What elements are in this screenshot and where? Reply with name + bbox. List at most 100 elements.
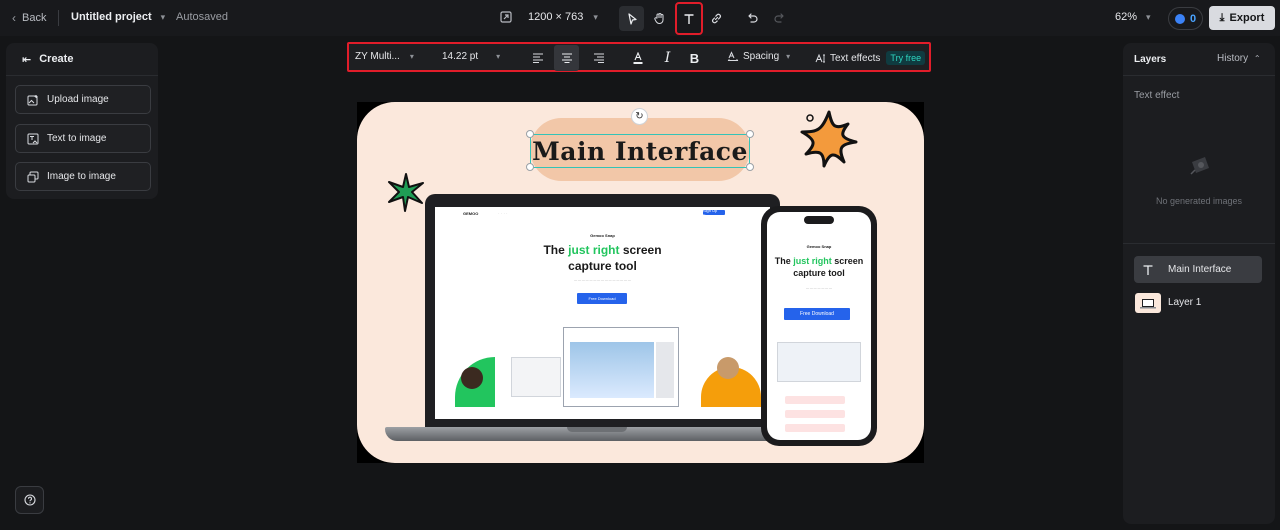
text-to-image-label: Text to image bbox=[47, 133, 107, 144]
link-tool[interactable] bbox=[704, 6, 729, 31]
mini-site-headline-line2: capture tool bbox=[568, 259, 637, 273]
phone-feature-1 bbox=[785, 396, 845, 404]
layer-item-main-interface[interactable]: Main Interface bbox=[1134, 256, 1262, 283]
undo-button[interactable] bbox=[740, 6, 765, 31]
font-family-value: ZY Multi... bbox=[355, 51, 400, 62]
person-left bbox=[461, 367, 483, 389]
mini-window-left bbox=[511, 357, 561, 397]
text-icon bbox=[684, 13, 694, 24]
canvas-size: 1200 × 763 bbox=[528, 11, 584, 23]
italic-button[interactable]: I bbox=[655, 45, 680, 71]
image-layer-thumbnail bbox=[1135, 292, 1161, 313]
credit-coin-icon bbox=[1174, 13, 1185, 24]
laptop-screen: GEMOO · · · · Sign Up Free Gemoo Snap Th… bbox=[435, 207, 770, 419]
mini-site-headline: The just right screen bbox=[543, 243, 662, 257]
bold-button[interactable]: B bbox=[682, 45, 707, 71]
create-panel: ⇤ Create Upload image Text to image Imag… bbox=[6, 43, 158, 199]
canvas-artboard[interactable]: Main Interface ↻ GEMOO · · · · Sign Up F… bbox=[357, 102, 924, 463]
image-to-image-icon bbox=[27, 171, 39, 182]
divider bbox=[1123, 243, 1275, 244]
align-left-button[interactable] bbox=[525, 45, 550, 71]
mini-site-brand: Gemoo Snap bbox=[590, 233, 615, 238]
mini-window-center bbox=[563, 327, 679, 407]
help-button[interactable] bbox=[15, 486, 44, 514]
credits-badge[interactable]: 0 bbox=[1168, 7, 1203, 30]
rotate-handle-icon[interactable]: ↻ bbox=[631, 108, 648, 125]
help-icon bbox=[23, 494, 36, 506]
laptop-mockup: GEMOO · · · · Sign Up Free Gemoo Snap Th… bbox=[425, 194, 780, 427]
design-card: Main Interface ↻ GEMOO · · · · Sign Up F… bbox=[357, 102, 924, 463]
try-free-badge: Try free bbox=[886, 51, 926, 65]
upload-image-icon bbox=[27, 94, 38, 105]
redo-button[interactable] bbox=[767, 6, 792, 31]
text-to-image-icon bbox=[27, 133, 39, 144]
chevron-left-icon: ‹ bbox=[12, 11, 16, 25]
layer-name: Layer 1 bbox=[1168, 297, 1202, 308]
bold-icon: B bbox=[689, 50, 700, 66]
text-tool[interactable] bbox=[675, 2, 703, 35]
resize-handle-bottom-left[interactable] bbox=[526, 163, 534, 171]
create-title: Create bbox=[39, 53, 74, 65]
image-to-image-button[interactable]: Image to image bbox=[15, 162, 151, 191]
upload-image-button[interactable]: Upload image bbox=[15, 85, 151, 114]
hand-tool[interactable] bbox=[647, 6, 672, 31]
text-effects-label: Text effects bbox=[830, 52, 881, 64]
orange-star-doodle bbox=[800, 110, 858, 168]
canvas-size-dropdown[interactable]: 1200 × 763 ▾ bbox=[528, 11, 598, 23]
phone-mockup: Gemoo Snap The just right screen capture… bbox=[761, 206, 877, 446]
tab-layers[interactable]: Layers bbox=[1134, 54, 1166, 65]
text-format-toolbar: ZY Multi... ▾ 14.22 pt ▾ I B Spacing ▾ T… bbox=[347, 42, 931, 72]
text-effects-button[interactable]: Text effects Try free bbox=[815, 51, 926, 65]
collapse-left-icon[interactable]: ⇤ bbox=[22, 53, 31, 66]
phone-site-brand: Gemoo Snap bbox=[806, 244, 832, 249]
font-family-dropdown[interactable]: ZY Multi... ▾ bbox=[355, 51, 414, 62]
font-size-dropdown[interactable]: 14.22 pt ▾ bbox=[442, 51, 500, 62]
undo-icon bbox=[748, 13, 758, 23]
align-center-button[interactable] bbox=[554, 45, 579, 71]
phone-feature-3 bbox=[785, 424, 845, 432]
resize-handle-bottom-right[interactable] bbox=[746, 163, 754, 171]
back-button[interactable]: ‹ Back bbox=[12, 11, 46, 25]
spacing-dropdown[interactable]: Spacing ▾ bbox=[727, 51, 790, 62]
laptop-notch bbox=[567, 427, 627, 432]
image-to-image-label: Image to image bbox=[47, 171, 116, 182]
chevron-down-icon: ▾ bbox=[593, 11, 598, 22]
resize-handle-top-left[interactable] bbox=[526, 130, 534, 138]
zoom-dropdown[interactable]: 62% ▾ bbox=[1115, 11, 1151, 23]
phone-mini-window bbox=[777, 342, 861, 382]
back-label: Back bbox=[22, 12, 47, 24]
select-tool[interactable] bbox=[619, 6, 644, 31]
autosave-status: Autosaved bbox=[176, 11, 228, 23]
create-panel-header[interactable]: ⇤ Create bbox=[6, 43, 158, 76]
text-color-button[interactable] bbox=[625, 45, 650, 71]
mini-nav-logo: GEMOO bbox=[463, 210, 479, 216]
align-left-icon bbox=[532, 53, 543, 63]
phone-site-cta: Free Download bbox=[784, 308, 850, 320]
resize-icon[interactable] bbox=[500, 10, 514, 24]
zoom-level: 62% bbox=[1115, 11, 1138, 23]
phone-site-headline: The just right screen bbox=[774, 256, 864, 266]
person-right bbox=[717, 357, 739, 379]
chevron-down-icon: ▾ bbox=[1146, 11, 1151, 22]
align-right-button[interactable] bbox=[586, 45, 611, 71]
divider bbox=[58, 10, 59, 26]
project-name-dropdown[interactable]: Untitled project ▾ bbox=[71, 11, 165, 23]
tab-history[interactable]: History ⌃ bbox=[1217, 53, 1261, 64]
chevron-up-icon: ⌃ bbox=[1253, 54, 1261, 63]
align-center-icon bbox=[561, 53, 572, 63]
phone-site-headline-line2: capture tool bbox=[793, 268, 845, 278]
empty-state-text: No generated images bbox=[1155, 196, 1243, 206]
text-selection-box[interactable] bbox=[530, 134, 750, 168]
chevron-down-icon: ▾ bbox=[786, 52, 791, 61]
phone-feature-2 bbox=[785, 410, 845, 418]
layer-item-layer-1[interactable]: Layer 1 bbox=[1134, 289, 1262, 316]
export-label: Export bbox=[1229, 12, 1265, 24]
resize-handle-top-right[interactable] bbox=[746, 130, 754, 138]
layers-panel: Layers History ⌃ Text effect No generate… bbox=[1123, 43, 1275, 524]
mini-site-cta: Free Download bbox=[577, 293, 627, 304]
text-to-image-button[interactable]: Text to image bbox=[15, 124, 151, 153]
spacing-label: Spacing bbox=[743, 51, 780, 62]
export-button[interactable]: ⤓ Export bbox=[1209, 6, 1275, 30]
green-star-doodle bbox=[388, 173, 424, 212]
layer-name: Main Interface bbox=[1168, 264, 1232, 275]
